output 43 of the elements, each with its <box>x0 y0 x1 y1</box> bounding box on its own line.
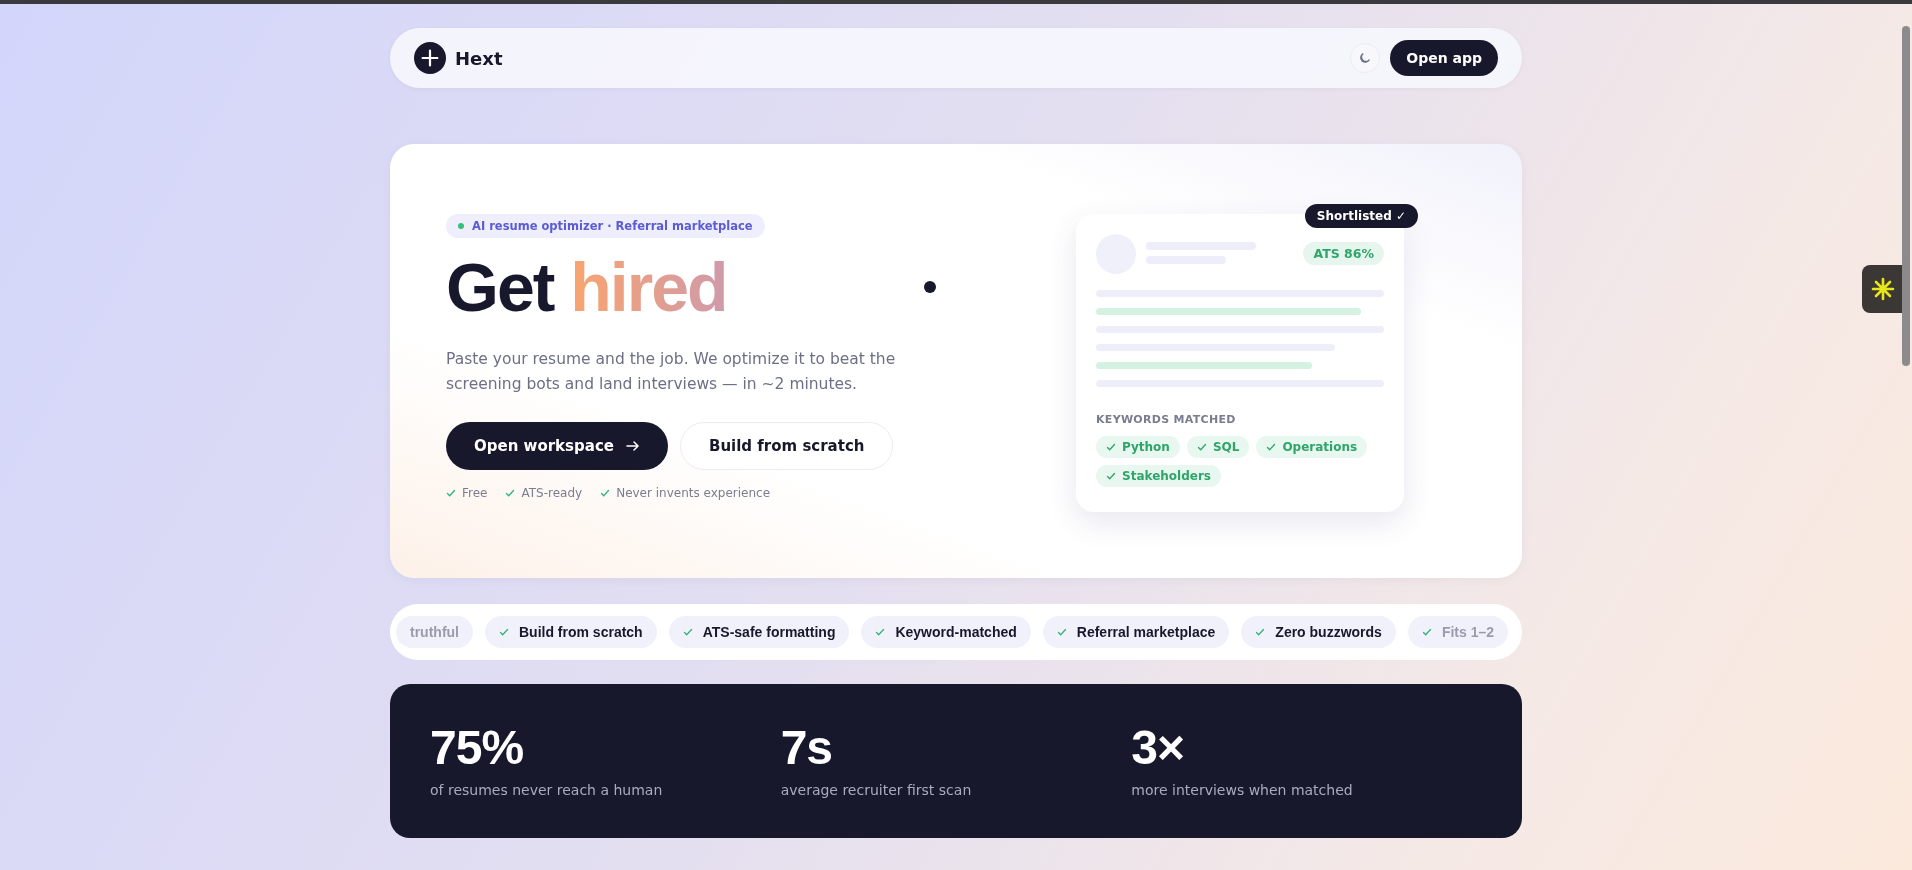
shortlisted-badge: Shortlisted ✓ <box>1304 204 1418 228</box>
check-icon <box>1106 471 1116 481</box>
perk-item: Free <box>446 485 488 500</box>
open-app-button[interactable]: Open app <box>1390 40 1498 76</box>
hero-description: Paste your resume and the job. We optimize it to beat the screening bots and land interviews — in ~2 minutes. <box>446 348 897 396</box>
keywords-heading: KEYWORDS MATCHED <box>1096 413 1237 426</box>
stat-value: 3× <box>1131 724 1186 772</box>
check-icon <box>1196 442 1207 452</box>
feature-chip: Build from scratch <box>485 616 657 648</box>
check-icon <box>505 487 516 498</box>
dot-icon <box>924 281 936 294</box>
keyword-tag: Stakeholders <box>1096 465 1221 487</box>
open-workspace-button[interactable]: Open workspace <box>446 421 668 470</box>
eyebrow-badge: AI resume optimizer · Referral marketplace <box>446 214 765 238</box>
theme-toggle-button[interactable] <box>1350 43 1381 73</box>
scrollbar[interactable] <box>1902 26 1910 366</box>
check-icon <box>600 487 611 498</box>
feature-chip: Fits 1–2 <box>1407 616 1509 648</box>
brand-name: Hext <box>455 47 503 69</box>
stat-caption: more interviews when matched <box>1131 782 1354 798</box>
check-icon <box>1106 442 1116 452</box>
keyword-tag: SQL <box>1186 436 1250 458</box>
stat-caption: average recruiter first scan <box>780 782 973 798</box>
feature-chip: ATS-safe formatting <box>668 616 850 648</box>
feature-chip: Keyword-matched <box>861 616 1031 648</box>
feature-chip: truthful <box>396 616 473 648</box>
check-icon <box>1266 442 1277 452</box>
ats-score-badge: ATS 86% <box>1303 242 1384 265</box>
keyword-tag: Operations <box>1256 436 1368 458</box>
stat-value: 7s <box>780 724 834 772</box>
headline: Get <box>446 249 554 325</box>
perk-item: ATS-ready <box>505 485 583 500</box>
sparkle-icon[interactable] <box>1862 265 1904 313</box>
keyword-tag: Python <box>1096 436 1180 458</box>
check-icon <box>446 487 456 498</box>
perk-item: Never invents experience <box>600 485 771 500</box>
stat-value: 75% <box>430 724 525 772</box>
feature-chip: Referral marketplace <box>1042 616 1230 648</box>
build-from-scratch-button[interactable]: Build from scratch <box>679 421 894 470</box>
arrow-right-icon <box>625 439 640 452</box>
feature-chip: Zero buzzwords <box>1241 616 1396 648</box>
stat-caption: of resumes never reach a human <box>430 782 664 798</box>
plus-logo-icon <box>414 42 446 74</box>
